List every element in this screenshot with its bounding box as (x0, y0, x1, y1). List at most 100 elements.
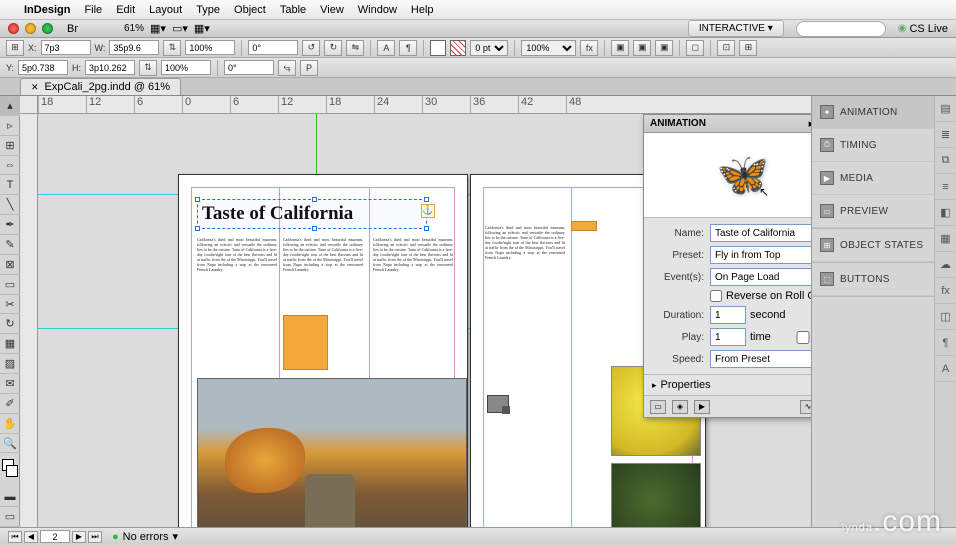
menu-file[interactable]: File (84, 4, 102, 16)
help-search-input[interactable] (796, 21, 886, 37)
note-tool[interactable]: ✉ (0, 374, 20, 394)
constrain-scale-icon[interactable]: ⇅ (139, 60, 157, 76)
sidebar-callout[interactable] (283, 315, 328, 370)
para-styles-icon[interactable]: ¶ (935, 330, 956, 356)
links-panel-icon[interactable]: ⧉ (935, 148, 956, 174)
pasteboard[interactable]: Taste of California ⚓ California's third… (38, 114, 811, 527)
pen-tool[interactable]: ✒ (0, 215, 20, 235)
page-tool[interactable]: ⊞ (0, 136, 20, 156)
vertical-ruler[interactable] (20, 114, 38, 527)
menu-object[interactable]: Object (234, 4, 266, 16)
fx-button[interactable]: fx (580, 40, 598, 56)
selection-handle[interactable] (312, 226, 317, 231)
x-field[interactable] (41, 40, 91, 55)
fill-swatch[interactable] (430, 40, 446, 56)
free-transform-tool[interactable]: ↻ (0, 314, 20, 334)
selection-tool[interactable]: ▴ (0, 96, 20, 116)
menu-table[interactable]: Table (280, 4, 306, 16)
selection-handle[interactable] (312, 197, 317, 202)
rotate-cw-icon[interactable]: ↻ (324, 40, 342, 56)
line-tool[interactable]: ╲ (0, 195, 20, 215)
last-page-button[interactable]: ⏭ (88, 531, 102, 543)
horizontal-ruler[interactable]: 18 12 6 0 6 12 18 24 30 36 42 48 (38, 96, 811, 114)
rotate-field[interactable] (248, 40, 298, 55)
direct-selection-tool[interactable]: ▹ (0, 116, 20, 136)
stroke-swatch[interactable] (450, 40, 466, 56)
sidebar-label[interactable] (571, 221, 597, 231)
menu-window[interactable]: Window (358, 4, 397, 16)
animation-panel-tab[interactable]: ANIMATION (650, 118, 706, 129)
fill-stroke-proxy[interactable] (0, 457, 19, 487)
stroke-weight-field[interactable]: 0 pt (470, 40, 508, 56)
events-select[interactable]: On Page Load (710, 268, 811, 286)
reverse-checkbox-row[interactable]: Reverse on Roll Off (710, 290, 811, 302)
headline-text-frame[interactable]: Taste of California ⚓ (197, 199, 427, 229)
first-page-button[interactable]: ⏮ (8, 531, 22, 543)
pencil-tool[interactable]: ✎ (0, 235, 20, 255)
corner-options-icon[interactable]: ◻ (686, 40, 704, 56)
object-styles-icon[interactable]: ◫ (935, 304, 956, 330)
page-number-field[interactable] (40, 530, 70, 543)
reverse-on-rolloff-checkbox[interactable] (710, 290, 722, 302)
text-wrap-none-icon[interactable]: ▣ (611, 40, 629, 56)
selection-handle[interactable] (424, 197, 429, 202)
loop-checkbox[interactable] (785, 331, 811, 344)
text-wrap-bbox-icon[interactable]: ▣ (633, 40, 651, 56)
eyedropper-tool[interactable]: ✐ (0, 394, 20, 414)
h-field[interactable] (85, 60, 135, 75)
show-proxy-icon[interactable]: ◈ (672, 400, 688, 414)
close-tab-icon[interactable]: ✕ (31, 82, 39, 93)
workspace-switcher[interactable]: INTERACTIVE ▾ (688, 20, 784, 37)
body-text-frame[interactable]: California's third and most beautiful mu… (373, 237, 453, 367)
rectangle-tool[interactable]: ▭ (0, 275, 20, 295)
next-page-button[interactable]: ▶ (72, 531, 86, 543)
y-field[interactable] (18, 60, 68, 75)
ruler-origin[interactable] (20, 96, 38, 114)
flip-h-icon[interactable]: ⇋ (346, 40, 364, 56)
layers-panel-icon[interactable]: ≣ (935, 122, 956, 148)
dock-object-states[interactable]: ⊞OBJECT STATES (812, 229, 934, 262)
flip-v-icon[interactable]: ⥃ (278, 60, 296, 76)
selection-handle[interactable] (424, 226, 429, 231)
avocado-image-frame[interactable] (611, 463, 701, 527)
properties-disclosure[interactable]: Properties (644, 374, 811, 395)
duration-input[interactable] (710, 306, 746, 324)
body-text-frame[interactable]: California's third and most beautiful mu… (485, 225, 565, 345)
menu-layout[interactable]: Layout (149, 4, 182, 16)
zoom-tool[interactable]: 🔍 (0, 434, 20, 454)
text-wrap-shape-icon[interactable]: ▣ (655, 40, 673, 56)
show-animation-proxy-icon[interactable]: ▶ (694, 400, 710, 414)
name-input[interactable] (710, 224, 811, 242)
window-minimize-button[interactable] (25, 23, 36, 34)
dock-buttons[interactable]: ⬚BUTTONS (812, 263, 934, 296)
app-name-menu[interactable]: InDesign (24, 4, 70, 16)
para-format-icon[interactable]: ¶ (399, 40, 417, 56)
fit-content-icon[interactable]: ⊡ (717, 40, 735, 56)
dock-animation[interactable]: ✦ANIMATION (812, 96, 934, 129)
panel-menu-icon[interactable]: ▸│ ▾≡ (809, 117, 811, 130)
w-field[interactable] (109, 40, 159, 55)
convert-to-motion-path-icon[interactable]: ∿ (800, 400, 811, 414)
opacity-field[interactable]: 100% (521, 40, 576, 56)
scale-y-field[interactable] (161, 60, 211, 75)
prev-page-button[interactable]: ◀ (24, 531, 38, 543)
selection-handle[interactable] (195, 197, 200, 202)
preflight-status[interactable]: No errors ▾ (112, 530, 178, 543)
anchored-object-marker[interactable]: ⚓ (421, 204, 435, 218)
stroke-panel-icon[interactable]: ≡ (935, 174, 956, 200)
preview-spread-icon[interactable]: ▭ (650, 400, 666, 414)
screen-mode-icon[interactable]: ▭▾ (172, 22, 188, 35)
selection-handle[interactable] (195, 226, 200, 231)
speed-select[interactable]: From Preset (710, 350, 811, 368)
multistate-placeholder-icon[interactable] (487, 395, 509, 413)
effects-panel-icon[interactable]: fx (935, 278, 956, 304)
preset-select[interactable]: Fly in from Top (710, 246, 811, 264)
view-options-icon[interactable]: ▦▾ (150, 22, 166, 35)
type-tool[interactable]: T (0, 175, 20, 195)
screen-mode-tool[interactable]: ▭ (0, 507, 20, 527)
gap-tool[interactable]: ⇔ (0, 156, 20, 176)
menu-type[interactable]: Type (196, 4, 220, 16)
gradient-feather-tool[interactable]: ▨ (0, 354, 20, 374)
document-tab[interactable]: ✕ ExpCali_2pg.indd @ 61% (20, 78, 181, 95)
bridge-icon[interactable]: Br (67, 23, 78, 35)
